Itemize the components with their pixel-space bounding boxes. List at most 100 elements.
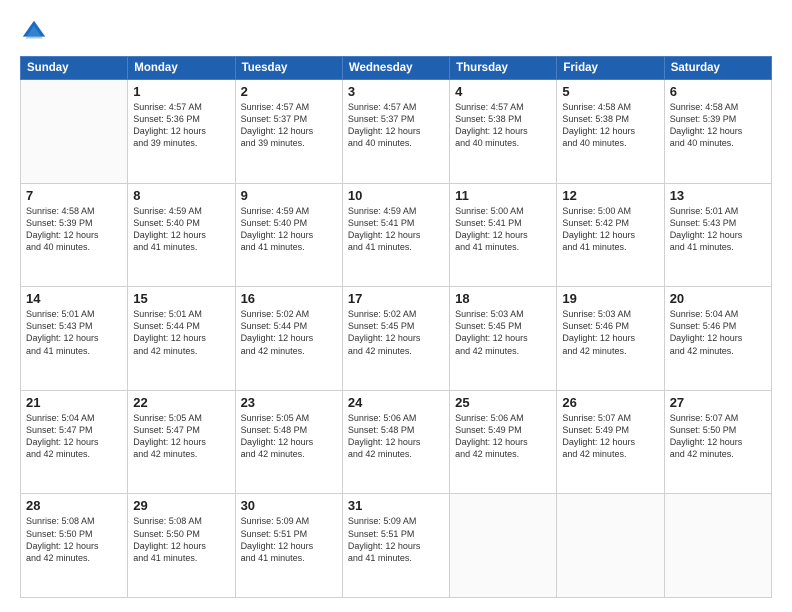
cell-content: Sunrise: 5:03 AM Sunset: 5:45 PM Dayligh…: [455, 308, 551, 357]
cell-content: Sunrise: 5:00 AM Sunset: 5:41 PM Dayligh…: [455, 205, 551, 254]
cell-content: Sunrise: 4:58 AM Sunset: 5:38 PM Dayligh…: [562, 101, 658, 150]
calendar-cell: 4Sunrise: 4:57 AM Sunset: 5:38 PM Daylig…: [450, 80, 557, 184]
day-number: 19: [562, 291, 658, 306]
calendar-cell: [21, 80, 128, 184]
weekday-header: Tuesday: [235, 57, 342, 80]
cell-content: Sunrise: 5:09 AM Sunset: 5:51 PM Dayligh…: [348, 515, 444, 564]
cell-content: Sunrise: 4:59 AM Sunset: 5:41 PM Dayligh…: [348, 205, 444, 254]
day-number: 5: [562, 84, 658, 99]
cell-content: Sunrise: 4:58 AM Sunset: 5:39 PM Dayligh…: [670, 101, 766, 150]
cell-content: Sunrise: 5:05 AM Sunset: 5:47 PM Dayligh…: [133, 412, 229, 461]
day-number: 23: [241, 395, 337, 410]
weekday-header: Monday: [128, 57, 235, 80]
day-number: 2: [241, 84, 337, 99]
calendar-cell: 26 Sunrise: 5:07 AM Sunset: 5:49 PM Dayli…: [557, 390, 664, 494]
cell-content: Sunrise: 5:07 AM Sunset: 5:49 PM Dayligh…: [562, 412, 658, 461]
weekday-header: Sunday: [21, 57, 128, 80]
cell-content: Sunrise: 4:59 AM Sunset: 5:40 PM Dayligh…: [241, 205, 337, 254]
calendar-cell: 6 Sunrise: 4:58 AM Sunset: 5:39 PM Daylig…: [664, 80, 771, 184]
cell-content: Sunrise: 5:06 AM Sunset: 5:49 PM Dayligh…: [455, 412, 551, 461]
header: [20, 18, 772, 46]
calendar-cell: 30 Sunrise: 5:09 AM Sunset: 5:51 PM Dayli…: [235, 494, 342, 598]
calendar-week-row: 1Sunrise: 4:57 AM Sunset: 5:36 PM Daylig…: [21, 80, 772, 184]
calendar-cell: 23 Sunrise: 5:05 AM Sunset: 5:48 PM Dayli…: [235, 390, 342, 494]
calendar-header-row: SundayMondayTuesdayWednesdayThursdayFrid…: [21, 57, 772, 80]
calendar-cell: 17 Sunrise: 5:02 AM Sunset: 5:45 PM Dayli…: [342, 287, 449, 391]
weekday-header: Thursday: [450, 57, 557, 80]
cell-content: Sunrise: 5:07 AM Sunset: 5:50 PM Dayligh…: [670, 412, 766, 461]
cell-content: Sunrise: 5:04 AM Sunset: 5:47 PM Dayligh…: [26, 412, 122, 461]
cell-content: Sunrise: 5:01 AM Sunset: 5:43 PM Dayligh…: [670, 205, 766, 254]
day-number: 21: [26, 395, 122, 410]
cell-content: Sunrise: 5:09 AM Sunset: 5:51 PM Dayligh…: [241, 515, 337, 564]
calendar-week-row: 21 Sunrise: 5:04 AM Sunset: 5:47 PM Dayli…: [21, 390, 772, 494]
cell-content: Sunrise: 5:03 AM Sunset: 5:46 PM Dayligh…: [562, 308, 658, 357]
day-number: 25: [455, 395, 551, 410]
cell-content: Sunrise: 5:06 AM Sunset: 5:48 PM Dayligh…: [348, 412, 444, 461]
day-number: 20: [670, 291, 766, 306]
calendar-cell: 18 Sunrise: 5:03 AM Sunset: 5:45 PM Dayli…: [450, 287, 557, 391]
calendar-cell: 19 Sunrise: 5:03 AM Sunset: 5:46 PM Dayli…: [557, 287, 664, 391]
calendar-cell: 29Sunrise: 5:08 AM Sunset: 5:50 PM Dayli…: [128, 494, 235, 598]
cell-content: Sunrise: 5:08 AM Sunset: 5:50 PM Dayligh…: [26, 515, 122, 564]
day-number: 13: [670, 188, 766, 203]
day-number: 27: [670, 395, 766, 410]
day-number: 10: [348, 188, 444, 203]
cell-content: Sunrise: 4:58 AM Sunset: 5:39 PM Dayligh…: [26, 205, 122, 254]
calendar-cell: 20 Sunrise: 5:04 AM Sunset: 5:46 PM Dayli…: [664, 287, 771, 391]
calendar-week-row: 7 Sunrise: 4:58 AM Sunset: 5:39 PM Daylig…: [21, 183, 772, 287]
cell-content: Sunrise: 5:05 AM Sunset: 5:48 PM Dayligh…: [241, 412, 337, 461]
calendar-cell: 7 Sunrise: 4:58 AM Sunset: 5:39 PM Daylig…: [21, 183, 128, 287]
day-number: 6: [670, 84, 766, 99]
day-number: 17: [348, 291, 444, 306]
calendar-cell: 16Sunrise: 5:02 AM Sunset: 5:44 PM Dayli…: [235, 287, 342, 391]
day-number: 26: [562, 395, 658, 410]
cell-content: Sunrise: 5:04 AM Sunset: 5:46 PM Dayligh…: [670, 308, 766, 357]
logo: [20, 18, 53, 46]
calendar-cell: 12Sunrise: 5:00 AM Sunset: 5:42 PM Dayli…: [557, 183, 664, 287]
day-number: 18: [455, 291, 551, 306]
day-number: 14: [26, 291, 122, 306]
calendar-cell: 28 Sunrise: 5:08 AM Sunset: 5:50 PM Dayli…: [21, 494, 128, 598]
day-number: 1: [133, 84, 229, 99]
day-number: 7: [26, 188, 122, 203]
calendar-cell: 11 Sunrise: 5:00 AM Sunset: 5:41 PM Dayli…: [450, 183, 557, 287]
day-number: 16: [241, 291, 337, 306]
weekday-header: Wednesday: [342, 57, 449, 80]
calendar-cell: 10 Sunrise: 4:59 AM Sunset: 5:41 PM Dayli…: [342, 183, 449, 287]
calendar-cell: 25 Sunrise: 5:06 AM Sunset: 5:49 PM Dayli…: [450, 390, 557, 494]
cell-content: Sunrise: 5:00 AM Sunset: 5:42 PM Dayligh…: [562, 205, 658, 254]
weekday-header: Friday: [557, 57, 664, 80]
calendar-cell: 15Sunrise: 5:01 AM Sunset: 5:44 PM Dayli…: [128, 287, 235, 391]
calendar-cell: [557, 494, 664, 598]
calendar-cell: 13 Sunrise: 5:01 AM Sunset: 5:43 PM Dayli…: [664, 183, 771, 287]
cell-content: Sunrise: 5:02 AM Sunset: 5:45 PM Dayligh…: [348, 308, 444, 357]
calendar-cell: 5 Sunrise: 4:58 AM Sunset: 5:38 PM Daylig…: [557, 80, 664, 184]
cell-content: Sunrise: 5:01 AM Sunset: 5:44 PM Dayligh…: [133, 308, 229, 357]
day-number: 4: [455, 84, 551, 99]
calendar-cell: 1Sunrise: 4:57 AM Sunset: 5:36 PM Daylig…: [128, 80, 235, 184]
day-number: 3: [348, 84, 444, 99]
cell-content: Sunrise: 5:01 AM Sunset: 5:43 PM Dayligh…: [26, 308, 122, 357]
cell-content: Sunrise: 4:59 AM Sunset: 5:40 PM Dayligh…: [133, 205, 229, 254]
day-number: 30: [241, 498, 337, 513]
day-number: 28: [26, 498, 122, 513]
calendar-cell: 27 Sunrise: 5:07 AM Sunset: 5:50 PM Dayli…: [664, 390, 771, 494]
calendar-cell: 21 Sunrise: 5:04 AM Sunset: 5:47 PM Dayli…: [21, 390, 128, 494]
day-number: 11: [455, 188, 551, 203]
cell-content: Sunrise: 4:57 AM Sunset: 5:37 PM Dayligh…: [348, 101, 444, 150]
day-number: 31: [348, 498, 444, 513]
day-number: 29: [133, 498, 229, 513]
calendar-cell: 2Sunrise: 4:57 AM Sunset: 5:37 PM Daylig…: [235, 80, 342, 184]
calendar-cell: 3 Sunrise: 4:57 AM Sunset: 5:37 PM Daylig…: [342, 80, 449, 184]
calendar-cell: 9 Sunrise: 4:59 AM Sunset: 5:40 PM Daylig…: [235, 183, 342, 287]
page: SundayMondayTuesdayWednesdayThursdayFrid…: [0, 0, 792, 612]
day-number: 22: [133, 395, 229, 410]
weekday-header: Saturday: [664, 57, 771, 80]
calendar-cell: 24 Sunrise: 5:06 AM Sunset: 5:48 PM Dayli…: [342, 390, 449, 494]
calendar-cell: 22 Sunrise: 5:05 AM Sunset: 5:47 PM Dayli…: [128, 390, 235, 494]
calendar-week-row: 28 Sunrise: 5:08 AM Sunset: 5:50 PM Dayli…: [21, 494, 772, 598]
calendar-cell: 14 Sunrise: 5:01 AM Sunset: 5:43 PM Dayli…: [21, 287, 128, 391]
day-number: 24: [348, 395, 444, 410]
day-number: 9: [241, 188, 337, 203]
